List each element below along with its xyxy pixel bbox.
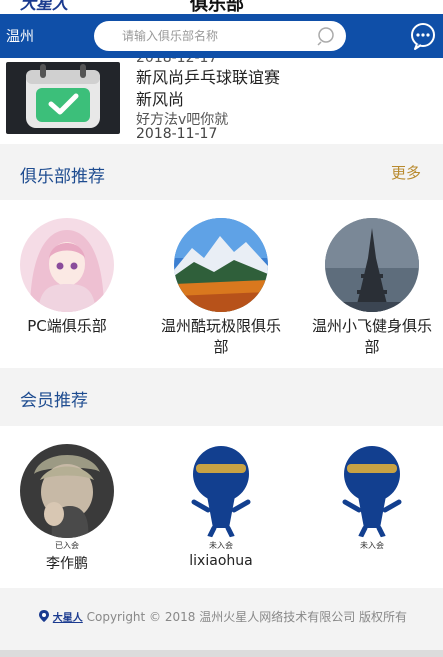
club-avatar[interactable] (174, 218, 268, 312)
member-name: lixiaohua (189, 553, 253, 569)
chat-bubble-icon[interactable] (409, 22, 437, 50)
member-status: 已入会 (55, 541, 79, 550)
brand-logo: 大星人 (20, 0, 69, 13)
city-selector[interactable]: 温州 (6, 26, 34, 46)
calendar-check-icon (26, 64, 100, 128)
search-input[interactable] (122, 21, 312, 51)
page-title: 俱乐部 (190, 0, 244, 14)
club-card[interactable]: PC端俱乐部 (2, 218, 132, 337)
section-title-clubs: 俱乐部推荐 (20, 167, 105, 187)
activity-club-name: 新风尚 (136, 90, 185, 109)
default-avatar-icon[interactable] (174, 444, 268, 538)
footer-copyright-line: 大星人 Copyright © 2018 温州火星人网络技术有限公司 版权所有 (18, 608, 428, 628)
member-status: 未入会 (209, 541, 233, 550)
member-status: 未入会 (360, 541, 384, 550)
member-card[interactable]: 未入会 lixiaohua (156, 444, 286, 569)
club-recommendations: PC端俱乐部 温州酷玩极限俱乐部 温州小飞健身俱乐部 (0, 200, 443, 368)
members-section-header: 会员推荐 (0, 368, 443, 426)
default-avatar-icon[interactable] (325, 444, 419, 538)
search-icon[interactable] (316, 26, 338, 46)
club-avatar[interactable] (20, 218, 114, 312)
club-name: PC端俱乐部 (27, 317, 107, 335)
member-recommendations: 已入会 李作鹏 未入会 lixiaohua 未入会 (0, 426, 443, 588)
club-name: 温州小飞健身俱乐部 (311, 317, 432, 356)
club-card[interactable]: 温州酷玩极限俱乐部 (156, 218, 286, 358)
section-title-members: 会员推荐 (20, 391, 88, 411)
club-name: 温州酷玩极限俱乐部 (160, 317, 281, 356)
activity-title: 新风尚乒乓球联谊赛 (136, 68, 281, 87)
location-pin-icon (38, 610, 49, 622)
clubs-section-header: 俱乐部推荐 更多 (0, 144, 443, 200)
search-box[interactable] (94, 21, 346, 51)
footer: 大星人 Copyright © 2018 温州火星人网络技术有限公司 版权所有 (0, 588, 443, 657)
more-clubs-link[interactable]: 更多 (391, 162, 421, 183)
club-avatar[interactable] (325, 218, 419, 312)
header-bar: 温州 (0, 14, 443, 58)
footer-logo[interactable]: 大星人 (53, 613, 83, 624)
activity-list-item[interactable]: 2018-12-17 新风尚乒乓球联谊赛 新风尚 好方法v吧你就 2018-11… (0, 58, 443, 144)
activity-thumbnail (6, 62, 120, 134)
title-strip: 大星人 俱乐部 (0, 0, 443, 14)
copyright-text: Copyright © 2018 温州火星人网络技术有限公司 版权所有 (86, 610, 408, 624)
member-name: 李作鹏 (46, 556, 88, 572)
member-avatar[interactable] (20, 444, 114, 538)
member-card[interactable]: 已入会 李作鹏 (2, 444, 132, 573)
activity-date: 2018-11-17 (136, 126, 218, 142)
club-card[interactable]: 温州小飞健身俱乐部 (307, 218, 437, 358)
bottom-bar (0, 650, 443, 657)
member-card[interactable]: 未入会 (307, 444, 437, 553)
